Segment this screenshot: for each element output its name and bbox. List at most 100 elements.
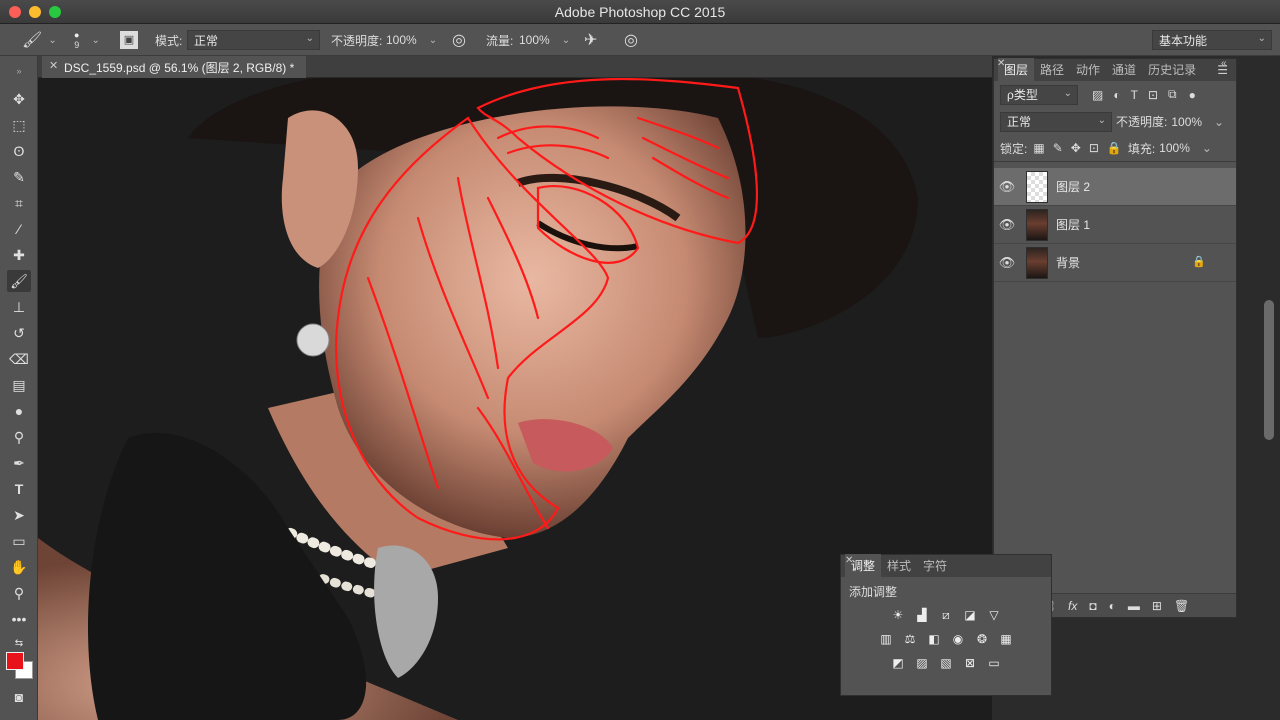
levels-icon[interactable]: ▟ [913,606,931,624]
swap-colors-icon[interactable]: ⇆ [7,632,31,654]
eyedropper-tool-icon[interactable]: ⁄ [7,218,31,240]
mask-icon[interactable]: ◘ [1089,599,1096,613]
layer-name: 图层 2 [1056,180,1091,194]
zoom-tool-icon[interactable]: ⚲ [7,582,31,604]
blend-mode-select[interactable]: 正常 ⌄ [1000,111,1112,132]
airbrush-toggle[interactable]: ✈ [584,24,597,56]
hand-tool-icon[interactable]: ✋ [7,556,31,578]
posterize-icon[interactable]: ▨ [913,654,931,672]
layer-filter-select[interactable]: ρ类型 ⌄ [1000,84,1078,105]
brush-size-picker[interactable]: ● 9 ⌄ [74,24,100,56]
filter-smart-object-icon[interactable]: ⧉ [1168,87,1177,102]
more-tools-icon[interactable]: ••• [7,608,31,630]
history-brush-tool-icon[interactable]: ↺ [7,322,31,344]
channel-mixer-icon[interactable]: ❂ [973,630,991,648]
color-balance-icon[interactable]: ⚖ [901,630,919,648]
pressure-size-toggle[interactable]: ◎ [624,24,638,56]
quick-selection-tool-icon[interactable]: ✎ [7,166,31,188]
marquee-tool-icon[interactable]: ⬚ [7,114,31,136]
filter-toggle-icon[interactable]: ● [1189,88,1196,102]
type-tool-icon[interactable]: T [7,478,31,500]
brush-panel-toggle[interactable]: ▣ [120,24,138,56]
flow-value[interactable]: 100% [519,33,550,47]
tab-actions[interactable]: 动作 [1070,58,1106,81]
brush-tool-icon[interactable]: 🖌 [7,270,31,292]
gradient-map-icon[interactable]: ▭ [985,654,1003,672]
stamp-tool-icon[interactable]: ⊥ [7,296,31,318]
close-icon[interactable]: ✕ [49,59,58,72]
fill-value[interactable]: 100% [1159,141,1190,155]
document-tab[interactable]: ✕ DSC_1559.psd @ 56.1% (图层 2, RGB/8) * [42,56,307,78]
eraser-tool-icon[interactable]: ⌫ [7,348,31,370]
gradient-tool-icon[interactable]: ▤ [7,374,31,396]
hue-saturation-icon[interactable]: ▥ [877,630,895,648]
trash-icon[interactable]: 🗑 [1174,599,1189,613]
photo-filter-icon[interactable]: ◉ [949,630,967,648]
chevron-down-icon[interactable]: ⌄ [562,35,570,46]
pen-tool-icon[interactable]: ✒ [7,452,31,474]
black-white-icon[interactable]: ◧ [925,630,943,648]
path-selection-tool-icon[interactable]: ➤ [7,504,31,526]
blur-tool-icon[interactable]: ● [7,400,31,422]
visibility-eye-icon[interactable]: 👁 [994,179,1020,195]
layer-filter-row: ρ类型 ⌄ ▨ ◐ T ⊡ ⧉ ● [994,81,1236,108]
move-tool-icon[interactable]: ✥ [7,88,31,110]
dodge-tool-icon[interactable]: ⚲ [7,426,31,448]
curves-icon[interactable]: ⧄ [937,606,955,624]
folder-icon[interactable]: ▬ [1128,599,1140,613]
brightness-icon[interactable]: ☀ [889,606,907,624]
filter-adjustment-icon[interactable]: ◐ [1113,88,1120,102]
adjustment-icon[interactable]: ◐ [1109,599,1116,613]
opacity-pressure-toggle[interactable]: ◎ [452,24,466,56]
chevron-down-icon[interactable]: ⌄ [429,35,437,46]
rectangle-tool-icon[interactable]: ▭ [7,530,31,552]
healing-brush-tool-icon[interactable]: ✚ [7,244,31,266]
invert-icon[interactable]: ◩ [889,654,907,672]
workspace-select[interactable]: 基本功能 ⌄ [1152,30,1272,50]
layer-row-background[interactable]: 👁 背景 🔒 [994,244,1236,282]
filter-image-icon[interactable]: ▨ [1092,88,1103,102]
lock-pixels-icon[interactable]: ✎ [1053,141,1063,155]
brush-preset-picker[interactable]: 🖌 ⌄ [22,24,57,56]
tab-channels[interactable]: 通道 [1106,58,1142,81]
brush-tool-icon: 🖌 [22,32,43,49]
foreground-color-swatch[interactable] [6,652,24,670]
color-lookup-icon[interactable]: ▦ [997,630,1015,648]
tab-paths[interactable]: 路径 [1034,58,1070,81]
new-layer-icon[interactable]: ⊞ [1152,599,1162,613]
tab-character[interactable]: 字符 [917,554,953,577]
mode-select[interactable]: 正常 ⌄ [187,30,320,50]
collapse-panel-icon[interactable]: « [1221,58,1227,69]
chevron-down-icon[interactable]: ⌄ [1214,115,1224,129]
exposure-icon[interactable]: ◪ [961,606,979,624]
tab-history[interactable]: 历史记录 [1142,58,1202,81]
lock-icon: 🔒 [1192,256,1206,268]
tab-styles[interactable]: 样式 [881,554,917,577]
close-icon[interactable]: ✕ [997,58,1005,69]
chevron-down-icon[interactable]: ⌄ [1202,141,1212,155]
fx-icon[interactable]: fx [1068,599,1077,613]
lock-all-icon[interactable]: 🔒 [1107,141,1122,155]
lock-transparent-icon[interactable]: ▦ [1033,141,1044,155]
layer-row-layer1[interactable]: 👁 图层 1 [994,206,1236,244]
airbrush-icon: ✈ [584,32,598,49]
quick-mask-icon[interactable]: ◙ [7,686,31,708]
vibrance-icon[interactable]: ▽ [985,606,1003,624]
lock-position-icon[interactable]: ✥ [1071,141,1081,155]
threshold-icon[interactable]: ▧ [937,654,955,672]
selective-color-icon[interactable]: ⊠ [961,654,979,672]
collapse-arrows-icon[interactable]: » [7,60,31,82]
lock-artboard-icon[interactable]: ⊡ [1089,141,1099,155]
layer-row-layer2[interactable]: 👁 图层 2 [994,168,1236,206]
filter-type-icon[interactable]: T [1131,88,1138,102]
lasso-tool-icon[interactable]: ʘ [7,140,31,162]
close-icon[interactable]: ✕ [845,555,853,566]
filter-shape-icon[interactable]: ⊡ [1148,88,1158,102]
crop-tool-icon[interactable]: ⌗ [7,192,31,214]
vertical-scrollbar[interactable] [1264,300,1274,440]
visibility-eye-icon[interactable]: 👁 [994,217,1020,233]
layer-opacity-value[interactable]: 100% [1171,115,1202,129]
filter-value: ρ类型 [1007,88,1038,102]
opacity-value[interactable]: 100% [386,33,417,47]
visibility-eye-icon[interactable]: 👁 [994,255,1020,271]
